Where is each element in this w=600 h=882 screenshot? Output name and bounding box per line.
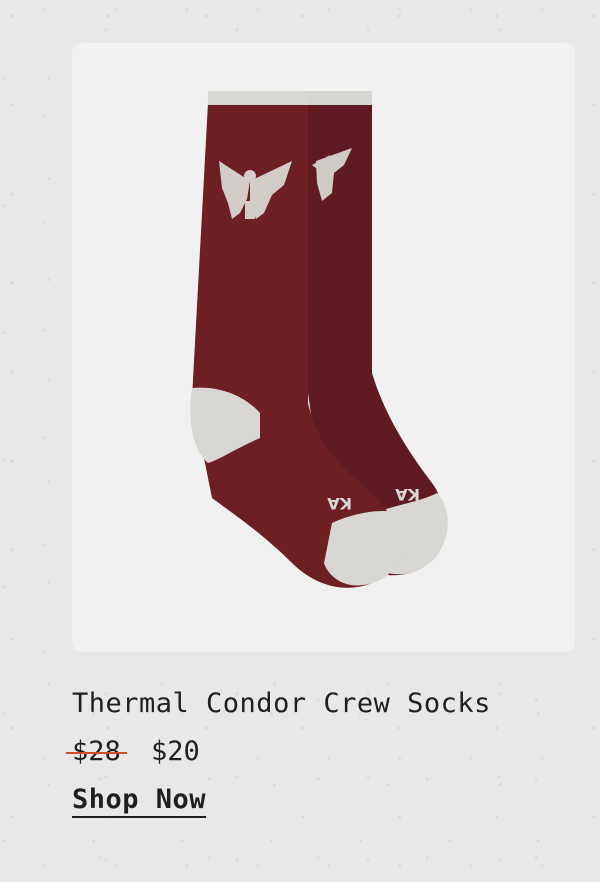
sale-price: $20 [151,736,200,767]
front-sock-brand: KA [327,494,352,513]
shop-now-link[interactable]: Shop Now [72,784,207,818]
product-image[interactable]: KA KA [72,43,575,652]
product-title: Thermal Condor Crew Socks [72,688,491,719]
sock-illustration: KA KA [190,91,448,588]
back-sock-brand: KA [395,485,420,504]
product-card: KA KA Thermal Condor Crew Socks $28 $20 [0,0,600,882]
price-row: $28 $20 [66,736,200,767]
original-price: $28 [66,736,127,767]
